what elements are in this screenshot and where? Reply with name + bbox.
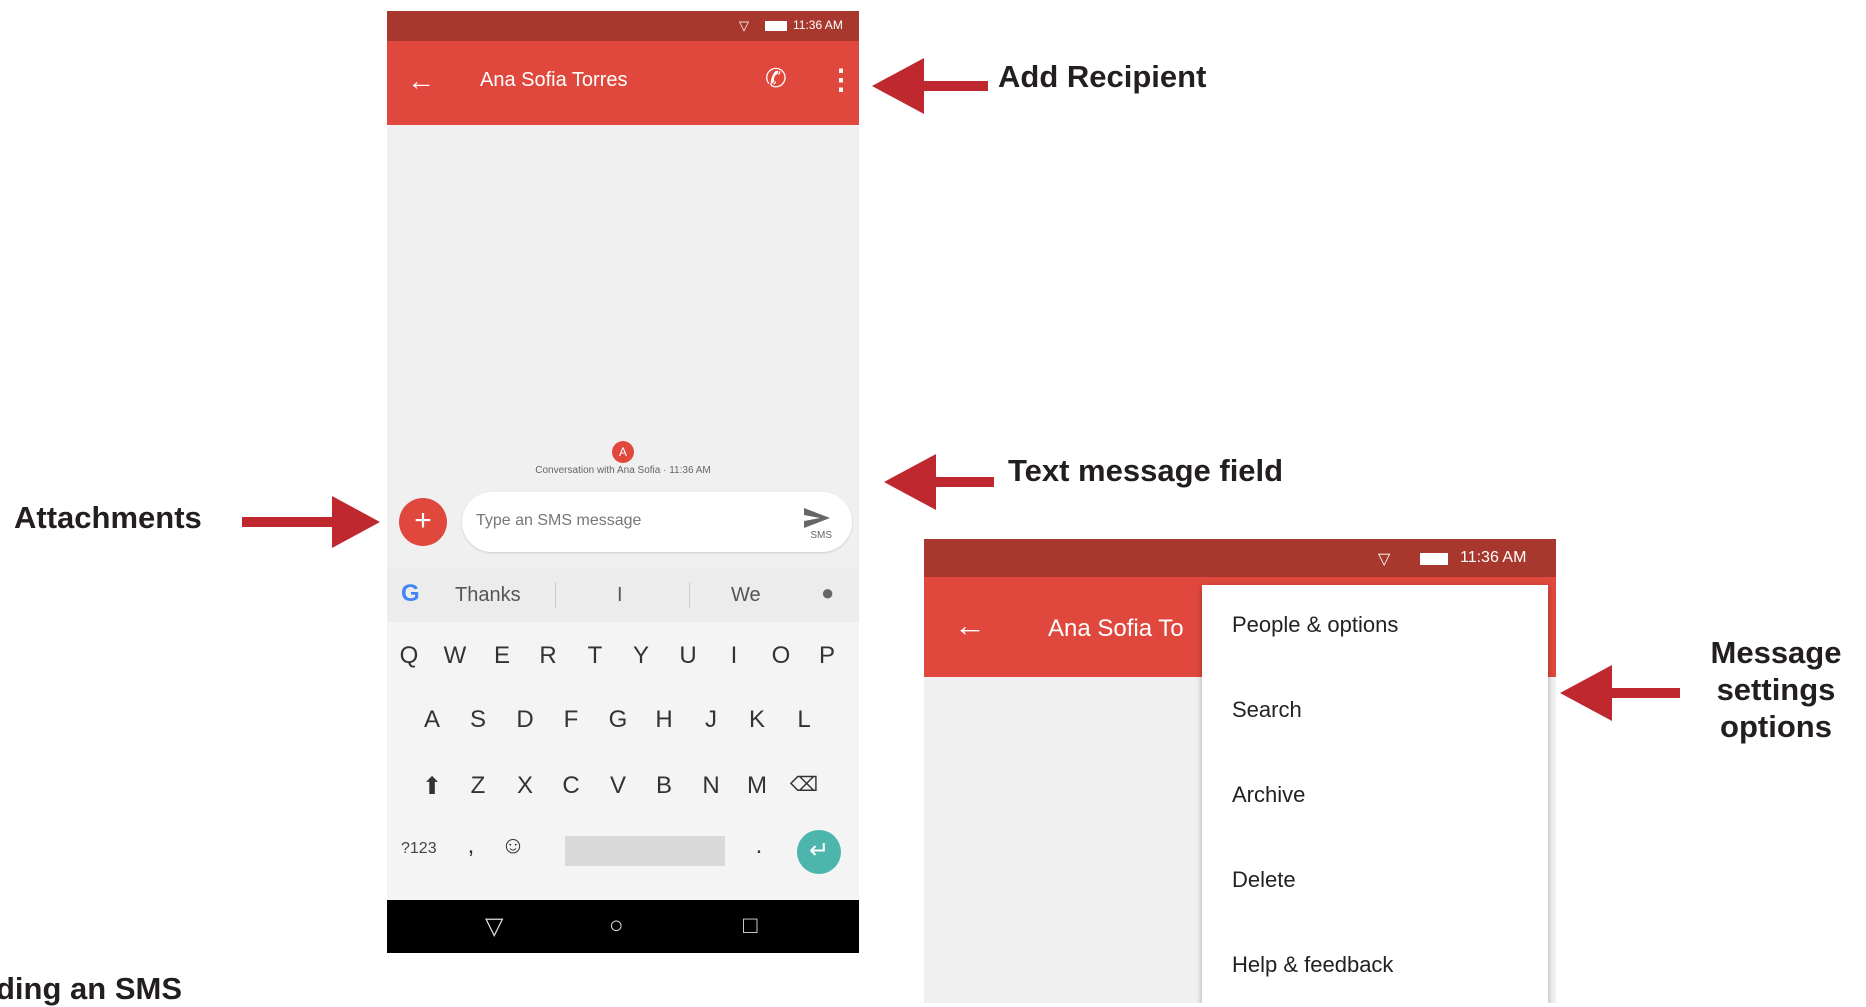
battery-icon (1420, 553, 1448, 565)
key[interactable]: T (577, 642, 613, 670)
callout-line: settings (1716, 672, 1836, 708)
wifi-icon: ▽ (739, 18, 749, 33)
wifi-icon: ▽ (1378, 551, 1391, 568)
message-settings-menu: People & options Search Archive Delete H… (1202, 585, 1548, 1003)
contact-name: Ana Sofia To (1048, 615, 1184, 642)
callout-line: Message (1710, 635, 1842, 670)
key[interactable]: C (553, 772, 589, 800)
add-recipient-arrow (872, 58, 988, 114)
menu-item-search[interactable]: Search (1232, 697, 1302, 723)
text-message-field[interactable]: Type an SMS message SMS (462, 492, 852, 552)
suggestion-2[interactable]: I (617, 584, 623, 607)
key[interactable]: K (739, 706, 775, 734)
conversation-info-text: Conversation with Ana Sofia · 11:36 AM (535, 465, 711, 476)
status-time: 11:36 AM (1460, 549, 1527, 566)
key[interactable]: J (693, 706, 729, 734)
key[interactable]: P (809, 642, 845, 670)
key[interactable]: N (693, 772, 729, 800)
key[interactable]: O (763, 642, 799, 670)
enter-button[interactable]: ↵ (797, 830, 841, 874)
attachments-button[interactable]: + (399, 498, 447, 546)
backspace-icon[interactable]: ⌫ (786, 772, 822, 797)
status-bar: ▽ 11:36 AM (924, 539, 1556, 577)
suggestion-divider (689, 582, 690, 608)
keyboard-suggestion-bar: G Thanks I We ● (387, 568, 859, 622)
more-options-icon[interactable]: ⋮ (827, 63, 855, 96)
key[interactable]: E (484, 642, 520, 670)
text-field-arrow (884, 454, 994, 510)
key[interactable]: D (507, 706, 543, 734)
phone-screen-conversation: ▽ 11:36 AM ← Ana Sofia Torres ✆ ⋮ A Conv… (387, 11, 859, 953)
nav-back-icon[interactable]: ▽ (485, 912, 503, 941)
key[interactable]: H (646, 706, 682, 734)
key[interactable]: G (600, 706, 636, 734)
plus-icon: + (414, 504, 432, 537)
microphone-icon[interactable]: ● (821, 580, 834, 606)
menu-item-delete[interactable]: Delete (1232, 867, 1296, 893)
bottom-caption: ding an SMS (0, 971, 182, 1006)
attachments-arrow (242, 496, 380, 548)
menu-item-people-options[interactable]: People & options (1232, 612, 1398, 638)
contact-name: Ana Sofia Torres (480, 69, 628, 91)
key[interactable]: S (460, 706, 496, 734)
callout-line: options (1720, 709, 1832, 745)
nav-home-icon[interactable]: ○ (609, 912, 624, 940)
conversation-start-info: A Conversation with Ana Sofia · 11:36 AM (387, 441, 859, 481)
comma-key[interactable]: , (453, 832, 489, 860)
menu-item-help-feedback[interactable]: Help & feedback (1232, 952, 1393, 978)
key[interactable]: B (646, 772, 682, 800)
callout-text-message-field: Text message field (1008, 453, 1284, 488)
avatar: A (612, 441, 634, 463)
status-time: 11:36 AM (793, 18, 843, 32)
emoji-icon[interactable]: ☺ (495, 832, 531, 860)
key[interactable]: Q (391, 642, 427, 670)
key[interactable]: Y (623, 642, 659, 670)
shift-icon[interactable]: ⬆ (414, 772, 450, 801)
back-arrow-icon[interactable]: ← (407, 65, 435, 97)
callout-attachments: Attachments (14, 500, 202, 535)
enter-arrow-icon: ↵ (808, 837, 830, 864)
navigation-bar: ▽ ○ □ (387, 900, 859, 953)
key[interactable]: R (530, 642, 566, 670)
period-key[interactable]: . (741, 832, 777, 860)
key[interactable]: A (414, 706, 450, 734)
key[interactable]: I (716, 642, 752, 670)
callout-add-recipient: Add Recipient (998, 59, 1207, 94)
keyboard: Q W E R T Y U I O P A S D F G H J K L ⬆ … (387, 622, 859, 900)
key[interactable]: W (437, 642, 473, 670)
phone-call-icon[interactable]: ✆ (765, 63, 787, 94)
callout-message-settings: Message settings options (1690, 634, 1862, 746)
back-arrow-icon[interactable]: ← (954, 607, 986, 644)
suggestion-divider (555, 582, 556, 608)
suggestion-1[interactable]: Thanks (455, 584, 521, 607)
suggestion-3[interactable]: We (731, 584, 761, 607)
key[interactable]: Z (460, 772, 496, 800)
compose-placeholder: Type an SMS message (476, 512, 642, 529)
key[interactable]: X (507, 772, 543, 800)
nav-recents-icon[interactable]: □ (743, 912, 758, 940)
battery-icon (765, 21, 787, 31)
symbols-key[interactable]: ?123 (401, 840, 437, 858)
menu-item-archive[interactable]: Archive (1232, 782, 1305, 808)
google-g-icon[interactable]: G (401, 580, 420, 608)
send-sms-label: SMS (810, 530, 832, 541)
key[interactable]: F (553, 706, 589, 734)
key[interactable]: M (739, 772, 775, 800)
phone-screen-menu: ▽ 11:36 AM ← Ana Sofia To People & optio… (924, 539, 1556, 1003)
key[interactable]: L (786, 706, 822, 734)
app-bar: ← Ana Sofia Torres ✆ ⋮ (387, 41, 859, 125)
key[interactable]: U (670, 642, 706, 670)
key[interactable]: V (600, 772, 636, 800)
spacebar[interactable] (565, 836, 725, 866)
status-bar: ▽ 11:36 AM (387, 11, 859, 41)
menu-arrow (1560, 665, 1680, 721)
